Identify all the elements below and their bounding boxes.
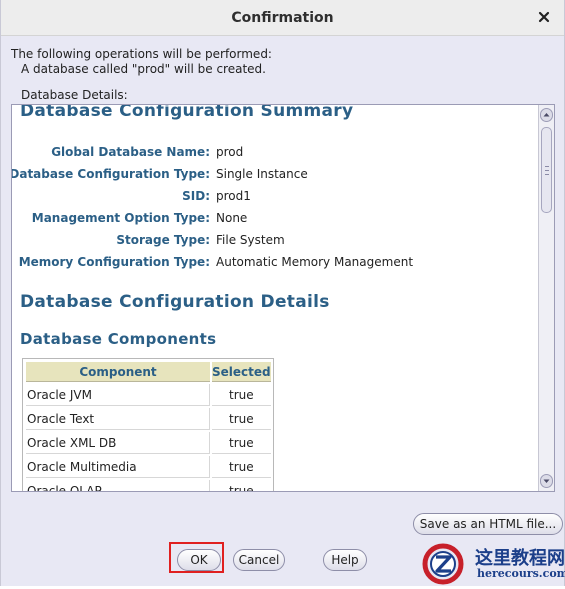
components-table: Component Selected Oracle JVM true Oracl… (22, 358, 274, 491)
summary-key: SID: (182, 189, 210, 203)
cancel-button[interactable]: Cancel (233, 549, 285, 571)
intro-text: The following operations will be perform… (11, 47, 272, 77)
component-cell: Oracle Text (26, 408, 210, 430)
table-row: Oracle OLAP true (26, 480, 271, 491)
ok-button[interactable]: OK (177, 549, 221, 571)
summary-row-config-type: Database Configuration Type: Single Inst… (12, 167, 538, 187)
components-heading: Database Components (20, 330, 217, 348)
vertical-scrollbar[interactable] (538, 105, 554, 491)
selected-cell: true (212, 384, 271, 406)
summary-value: prod (216, 145, 244, 159)
table-row: Oracle JVM true (26, 384, 271, 406)
component-cell: Oracle JVM (26, 384, 210, 406)
confirmation-dialog: Confirmation The following operations wi… (0, 0, 565, 586)
intro-line-2: A database called "prod" will be created… (21, 62, 266, 76)
help-button[interactable]: Help (323, 549, 367, 571)
column-header-selected[interactable]: Selected (212, 362, 271, 382)
component-cell: Oracle OLAP (26, 480, 210, 491)
summary-row-global-db-name: Global Database Name: prod (12, 145, 538, 165)
summary-key: Database Configuration Type: (12, 167, 210, 181)
table-row: Oracle Text true (26, 408, 271, 430)
selected-cell: true (212, 408, 271, 430)
grip-line (545, 166, 549, 167)
summary-row-memory-config: Memory Configuration Type: Automatic Mem… (12, 255, 538, 275)
summary-key: Management Option Type: (31, 211, 210, 225)
summary-row-sid: SID: prod1 (12, 189, 538, 209)
close-icon[interactable] (536, 9, 552, 25)
summary-value: File System (216, 233, 285, 247)
component-cell: Oracle Multimedia (26, 456, 210, 478)
table-header-row: Component Selected (26, 362, 271, 382)
watermark-logo: 这里教程网 herecours.com (417, 541, 565, 586)
summary-row-storage-type: Storage Type: File System (12, 233, 538, 253)
scroll-up-button[interactable] (540, 108, 553, 122)
summary-key: Storage Type: (116, 233, 210, 247)
component-cell: Oracle XML DB (26, 432, 210, 454)
arrow-down-icon (543, 479, 550, 483)
summary-key: Global Database Name: (51, 145, 210, 159)
intro-line-1: The following operations will be perform… (11, 47, 272, 61)
summary-value: None (216, 211, 248, 225)
scroll-thumb[interactable] (541, 127, 552, 213)
table-row: Oracle Multimedia true (26, 456, 271, 478)
database-details-panel: Database Configuration Summary Global Da… (11, 104, 555, 492)
summary-value: prod1 (216, 189, 251, 203)
watermark-z-logo-icon (422, 543, 464, 585)
watermark-url: herecours.com (477, 567, 565, 580)
summary-value: Automatic Memory Management (216, 255, 414, 269)
title-bar: Confirmation (1, 0, 564, 36)
scroll-down-button[interactable] (540, 474, 553, 488)
table-row: Oracle XML DB true (26, 432, 271, 454)
selected-cell: true (212, 432, 271, 454)
config-details-heading: Database Configuration Details (20, 292, 330, 312)
selected-cell: true (212, 456, 271, 478)
selected-cell: true (212, 480, 271, 491)
save-as-html-button[interactable]: Save as an HTML file... (413, 513, 563, 535)
dialog-title: Confirmation (231, 10, 334, 26)
summary-key: Memory Configuration Type: (18, 255, 210, 269)
grip-line (545, 174, 549, 175)
summary-row-management-option: Management Option Type: None (12, 211, 538, 231)
database-details-label: Database Details: (21, 88, 128, 102)
details-content: Database Configuration Summary Global Da… (12, 105, 538, 491)
summary-heading: Database Configuration Summary (20, 105, 354, 121)
summary-value: Single Instance (216, 167, 308, 181)
arrow-up-icon (543, 113, 550, 117)
grip-line (545, 170, 549, 171)
column-header-component[interactable]: Component (26, 362, 210, 382)
